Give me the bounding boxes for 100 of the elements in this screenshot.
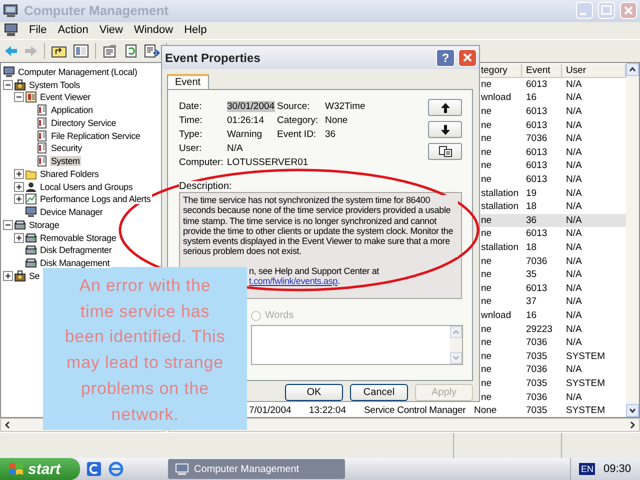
table-cell-text: N/A: [565, 324, 583, 335]
table-cell-text: N/A: [565, 174, 583, 186]
table-cell-text: 6013: [525, 78, 548, 90]
tree-item[interactable]: Directory Service: [50, 118, 118, 128]
browser-icon[interactable]: [108, 461, 124, 477]
collapse-toggle[interactable]: [3, 80, 13, 90]
expand-toggle[interactable]: [14, 232, 24, 243]
table-cell-text: ne: [480, 378, 493, 389]
table-cell-text: ne: [480, 282, 493, 294]
table-cell-text: ne: [480, 133, 493, 144]
expand-toggle[interactable]: [14, 182, 24, 192]
tree-item[interactable]: Event Viewer: [39, 92, 92, 102]
tree-item[interactable]: Device Manager: [39, 207, 104, 218]
field-label: Computer:: [179, 157, 224, 168]
tree-item[interactable]: Security: [50, 143, 83, 154]
menu-item[interactable]: Window: [134, 24, 174, 36]
menu-item[interactable]: File: [29, 24, 47, 36]
tree-item[interactable]: Computer Management (Local): [17, 66, 138, 77]
help-link[interactable]: t.com/fwlink/events.asp: [249, 276, 338, 286]
chart-icon: [25, 193, 37, 206]
tree-item[interactable]: Disk Defragmenter: [39, 245, 113, 256]
table-cell-text: N/A: [565, 146, 583, 158]
properties-icon[interactable]: [102, 44, 118, 58]
menu-item[interactable]: Action: [58, 24, 88, 36]
log-icon: [36, 130, 48, 142]
tree-item[interactable]: System: [50, 156, 81, 166]
log-icon: [36, 116, 48, 129]
column-header[interactable]: User: [562, 64, 626, 78]
tree-item[interactable]: Shared Folders: [39, 168, 100, 179]
table-cell-text: ne: [480, 364, 493, 376]
tree-item[interactable]: Disk Management: [39, 258, 111, 268]
desktop-icon[interactable]: [86, 461, 102, 477]
table-cell-text: 7036: [525, 133, 548, 144]
field-label: Category:: [277, 114, 320, 126]
table-cell-text: Service Control Manager: [363, 405, 467, 416]
table-cell-text: wnload: [480, 92, 512, 104]
tree-item[interactable]: File Replication Service: [50, 130, 142, 141]
collapse-toggle[interactable]: [14, 92, 24, 102]
table-cell-text: 6013: [525, 120, 548, 131]
table-cell-text: stallation: [480, 201, 520, 212]
scroll-up-icon[interactable]: [626, 62, 639, 76]
data-field[interactable]: [251, 324, 463, 365]
log-icon: [36, 142, 48, 154]
scroll-down-icon[interactable]: [626, 404, 639, 417]
tree-item[interactable]: Se: [28, 270, 41, 281]
table-cell-text: SYSTEM: [565, 350, 606, 362]
field-value: W32Time: [325, 100, 366, 112]
table-cell-text: N/A: [565, 364, 583, 376]
person-icon: [25, 180, 37, 193]
tree-item[interactable]: Local Users and Groups: [39, 182, 134, 192]
description-field[interactable]: [179, 192, 462, 299]
field-value: 36: [325, 128, 336, 140]
description-text: The time service has not synchronized the system time for 86400 seconds because none of the time service providers provided a usable time stamp. The time service is no longer synchronized and cannot provide the time to other clients or update the system clock. Monitor the system events displayed in the Event Viewer to make sure that a more serious problem does not exist.: [183, 194, 458, 257]
expand-toggle[interactable]: [14, 194, 24, 204]
table-cell-text: ne: [480, 146, 493, 158]
tree-item[interactable]: System Tools: [28, 80, 81, 90]
dialog-button[interactable]: Cancel: [350, 384, 408, 401]
expand-toggle[interactable]: [14, 168, 24, 179]
vertical-scrollbar[interactable]: [626, 62, 639, 417]
field-value: N/A: [227, 143, 243, 154]
close-button[interactable]: [458, 48, 477, 66]
table-cell-text: ne: [480, 214, 493, 226]
expand-toggle[interactable]: [3, 270, 13, 281]
table-cell-text: 7036: [525, 364, 548, 376]
collapse-toggle[interactable]: [3, 220, 13, 230]
export-list-icon[interactable]: [144, 44, 160, 58]
table-cell-text: ne: [480, 120, 493, 131]
field-value: None: [325, 114, 348, 126]
info-text: n, see Help and Support Center at: [249, 266, 379, 276]
tree-item[interactable]: Removable Storage: [39, 232, 118, 243]
tree-item[interactable]: Performance Logs and Alerts: [39, 194, 152, 204]
tab[interactable]: Event: [167, 74, 209, 89]
refresh-icon[interactable]: [124, 44, 138, 58]
table-cell-text: N/A: [565, 160, 583, 172]
field-label: Event ID:: [277, 128, 318, 140]
up-arrow-button[interactable]: [428, 99, 462, 116]
tree-item[interactable]: Storage: [28, 220, 60, 230]
table-cell-text: N/A: [565, 120, 583, 131]
table-cell-text: 6013: [525, 146, 548, 158]
menu-item[interactable]: Help: [184, 24, 207, 36]
folder-up-icon[interactable]: [51, 44, 67, 58]
language-indicator[interactable]: EN: [578, 463, 596, 475]
taskbar-button[interactable]: Computer Management: [168, 459, 345, 479]
tree-item[interactable]: Application: [50, 105, 94, 116]
drive-icon: [25, 232, 37, 244]
drive-icon: [14, 218, 26, 231]
table-cell-text: SYSTEM: [565, 405, 606, 416]
column-header[interactable]: Event: [522, 64, 562, 78]
table-cell-text: ne: [480, 256, 493, 267]
menu-item[interactable]: View: [99, 24, 123, 36]
help-button[interactable]: ?: [436, 48, 455, 66]
field-value: LOTUSSERVER01: [227, 157, 308, 168]
table-cell-text: 7036: [525, 256, 548, 267]
table-cell-text: ne: [480, 106, 493, 118]
down-arrow-button[interactable]: [428, 121, 462, 138]
copy-button[interactable]: [428, 143, 462, 160]
toolbox-icon: [14, 78, 26, 91]
tree-pane-icon[interactable]: [73, 44, 89, 58]
table-cell-text: N/A: [565, 201, 583, 212]
dialog-button[interactable]: OK: [285, 384, 343, 401]
